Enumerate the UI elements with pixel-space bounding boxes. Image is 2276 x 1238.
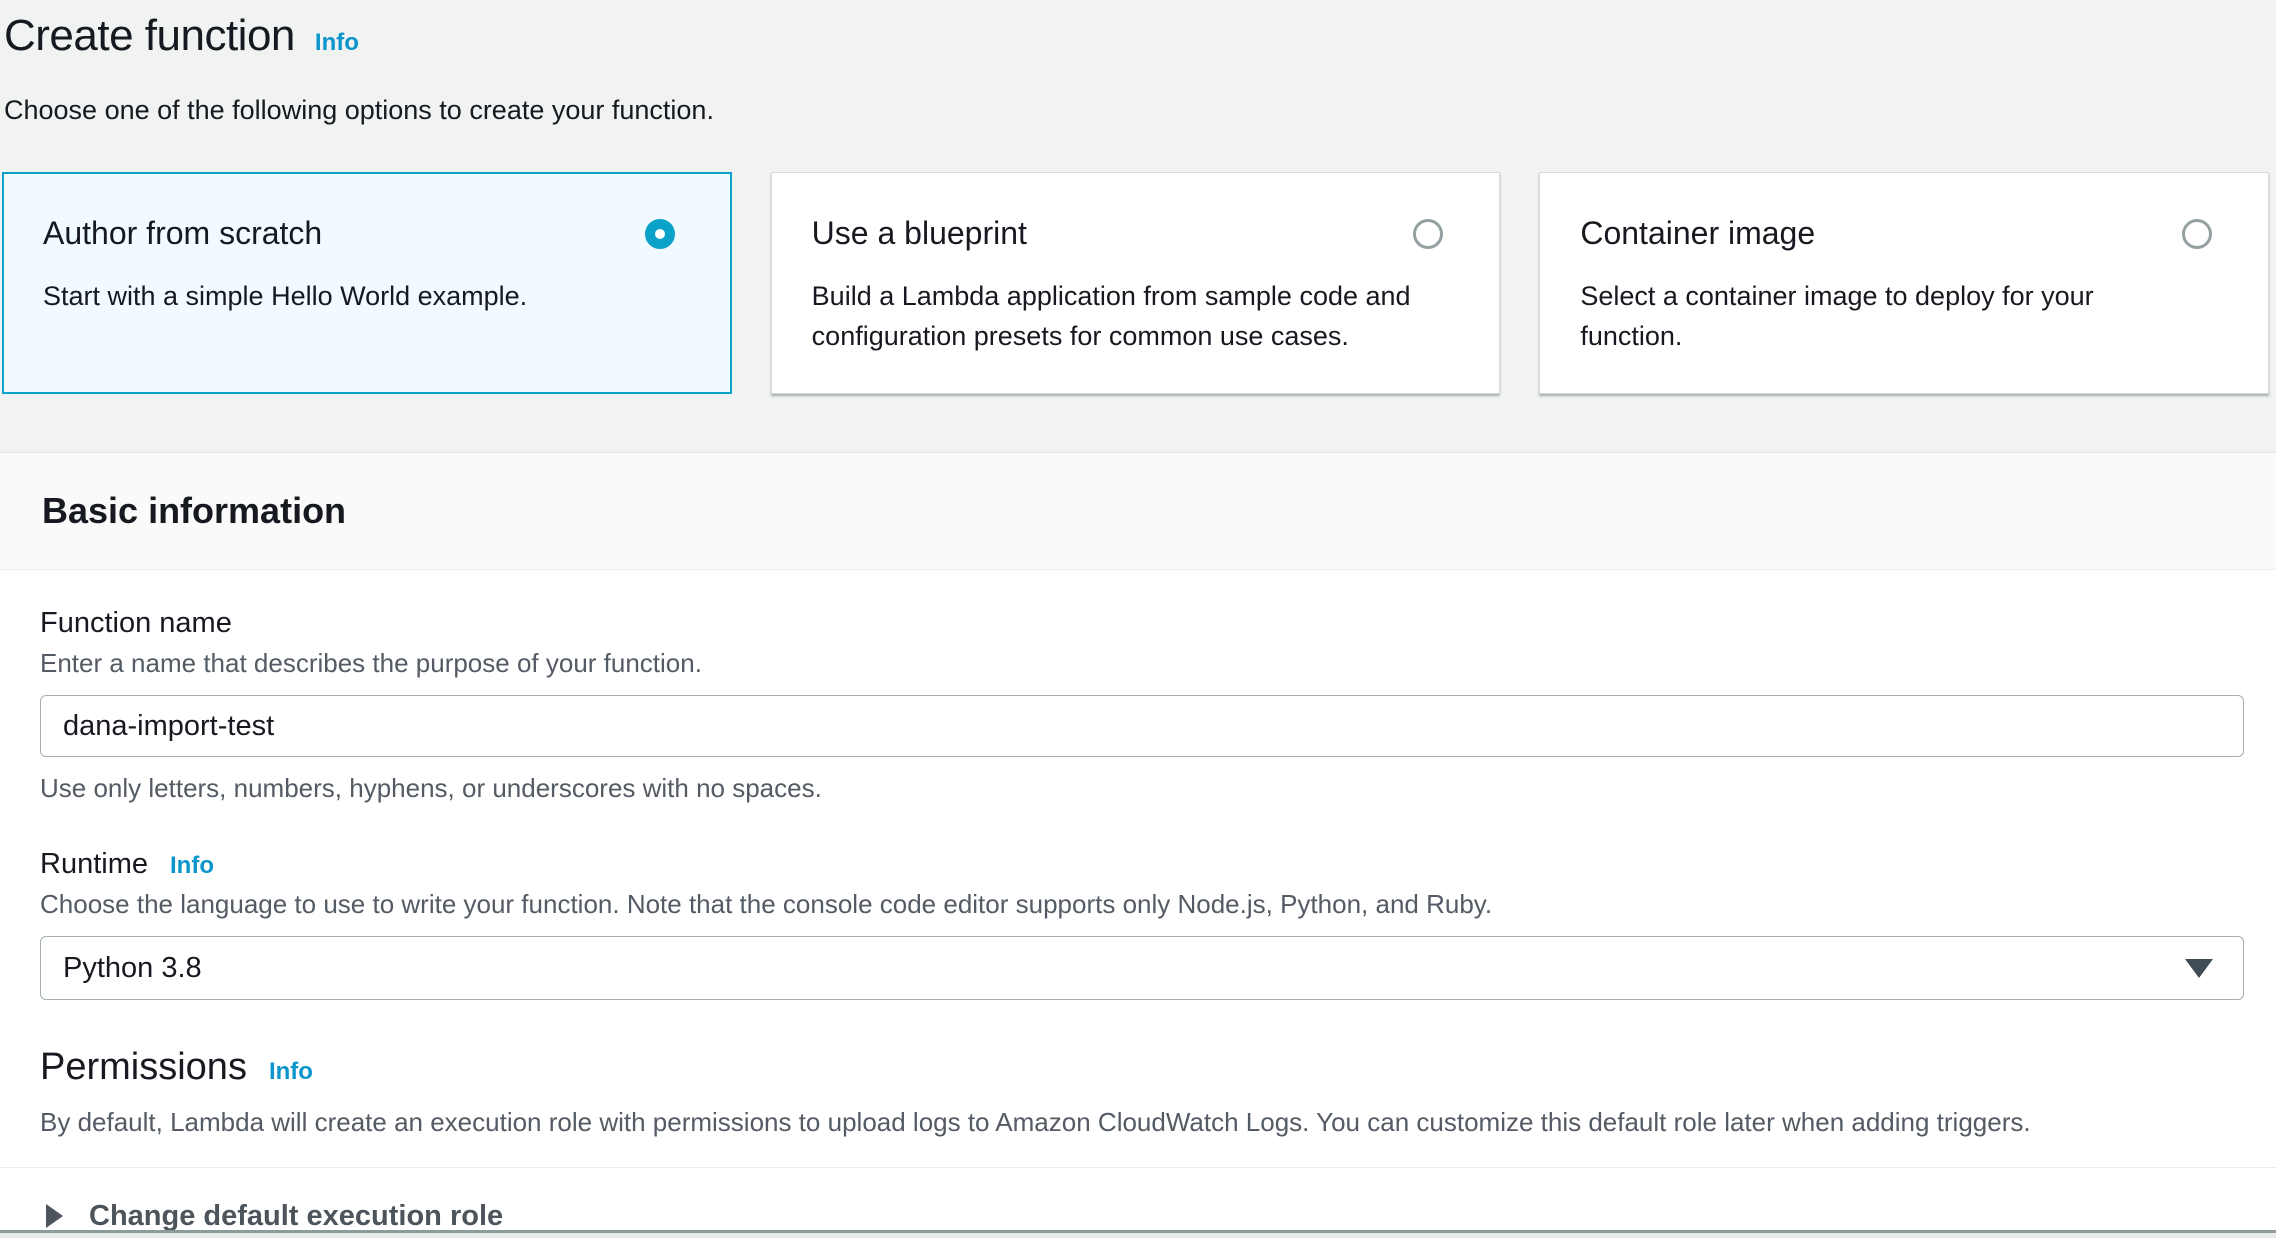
creation-option-cards: Author from scratch Start with a simple … [2,172,2269,394]
permissions-heading-row: Permissions Info [40,1046,2244,1089]
page-title: Create function [4,8,295,64]
page-subtitle: Choose one of the following options to c… [4,94,2276,126]
card-description: Build a Lambda application from sample c… [812,276,1432,356]
title-row: Create function Info [4,8,2276,64]
card-title: Container image [1580,215,1815,252]
card-title-row: Container image [1580,215,2212,252]
card-description: Select a container image to deploy for y… [1580,276,2200,356]
function-name-input[interactable] [40,695,2244,757]
runtime-help: Choose the language to use to write your… [40,889,2244,920]
permissions-info-link[interactable]: Info [269,1058,313,1086]
page-title-info-link[interactable]: Info [315,29,359,57]
basic-information-panel: Basic information Function name Enter a … [0,452,2276,1238]
function-name-label: Function name [40,607,2244,640]
card-title-row: Author from scratch [43,215,675,252]
runtime-info-link[interactable]: Info [170,852,214,880]
function-name-constraint: Use only letters, numbers, hyphens, or u… [40,773,2244,804]
permissions-description: By default, Lambda will create an execut… [40,1107,2244,1138]
change-execution-role-expander[interactable]: Change default execution role [0,1168,2276,1238]
radio-selected-icon[interactable] [645,219,675,249]
function-name-help: Enter a name that describes the purpose … [40,648,2244,679]
radio-unselected-icon[interactable] [1413,219,1443,249]
permissions-heading: Permissions [40,1046,247,1089]
basic-information-heading: Basic information [42,490,346,532]
runtime-selected-value: Python 3.8 [63,952,202,985]
page-header: Create function Info Choose one of the f… [0,0,2276,126]
runtime-label-row: Runtime Info [40,848,2244,881]
radio-unselected-icon[interactable] [2182,219,2212,249]
basic-information-header: Basic information [0,452,2276,570]
card-container-image[interactable]: Container image Select a container image… [1539,172,2269,394]
card-title: Author from scratch [43,215,322,252]
triangle-right-icon [46,1204,63,1228]
chevron-down-icon [2185,959,2213,978]
card-description: Start with a simple Hello World example. [43,276,663,316]
runtime-label: Runtime [40,848,148,881]
change-execution-role-label: Change default execution role [89,1200,503,1233]
bottom-strip [0,1233,2276,1238]
card-author-from-scratch[interactable]: Author from scratch Start with a simple … [2,172,732,394]
basic-information-body: Function name Enter a name that describe… [0,570,2276,1238]
card-title: Use a blueprint [812,215,1027,252]
card-title-row: Use a blueprint [812,215,1444,252]
create-function-page: Create function Info Choose one of the f… [0,0,2276,1238]
card-use-a-blueprint[interactable]: Use a blueprint Build a Lambda applicati… [771,172,1501,394]
runtime-select[interactable]: Python 3.8 [40,936,2244,1000]
